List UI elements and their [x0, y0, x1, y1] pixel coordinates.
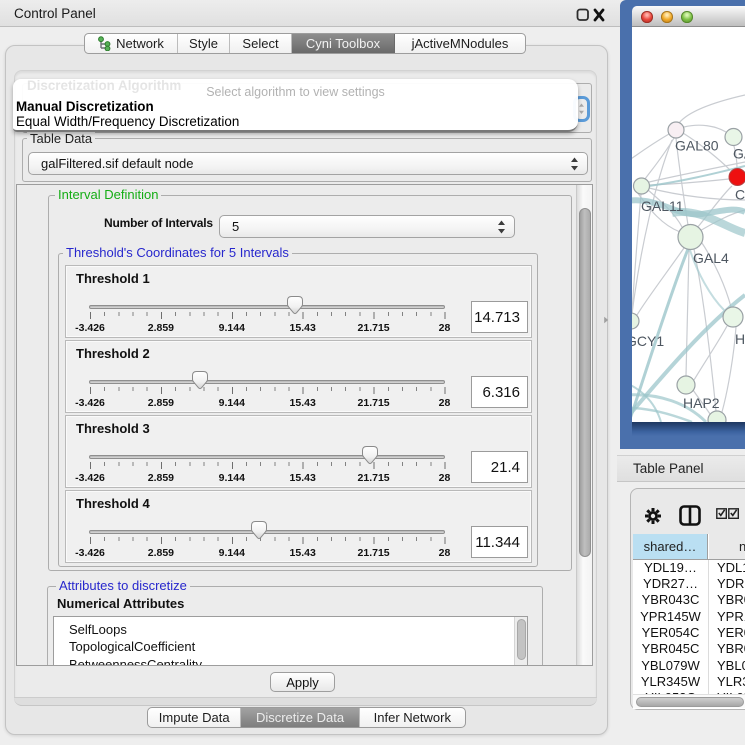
svg-text:C: C	[735, 187, 745, 203]
svg-text:HAP2: HAP2	[683, 395, 720, 411]
svg-text:GA: GA	[733, 146, 745, 162]
svg-text:H: H	[735, 331, 745, 347]
svg-text:GCY1: GCY1	[632, 333, 664, 349]
svg-text:GAL80: GAL80	[675, 138, 719, 154]
svg-text:GAL11: GAL11	[641, 198, 684, 214]
svg-text:GAL4: GAL4	[693, 250, 729, 266]
